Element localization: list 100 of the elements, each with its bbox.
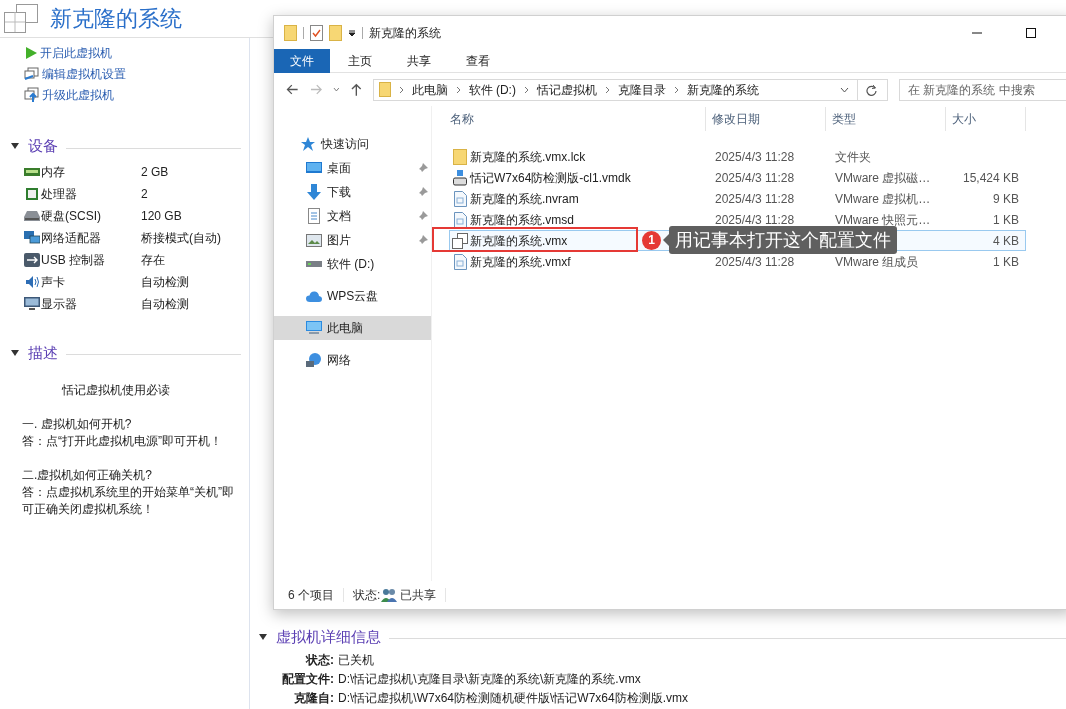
breadcrumb-item[interactable]: 新克隆的系统 xyxy=(686,80,759,99)
column-header[interactable]: 修改日期 xyxy=(706,107,826,131)
device-row[interactable]: 处理器 2 xyxy=(24,182,249,205)
device-name: 内存 xyxy=(41,163,66,181)
device-row[interactable]: 网络适配器 桥接模式(自动) xyxy=(24,226,249,249)
chevron-icon xyxy=(398,85,404,94)
play-icon xyxy=(24,46,38,60)
ribbon-tab[interactable]: 共享 xyxy=(389,49,448,73)
file-size: 15,424 KB xyxy=(962,169,1019,187)
breadcrumb-item[interactable]: 软件 (D:) xyxy=(468,80,516,99)
file-name: 新克隆的系统.vmsd xyxy=(470,212,574,227)
detail-value: D:\恬记虚拟机\克隆目录\新克隆的系统\新克隆的系统.vmx xyxy=(338,670,641,688)
maximize-icon[interactable] xyxy=(1026,27,1036,38)
nav-item[interactable]: 此电脑 xyxy=(274,316,431,340)
file-size: 1 KB xyxy=(993,253,1019,271)
device-name: 显示器 xyxy=(41,295,78,313)
back-icon[interactable] xyxy=(286,84,299,95)
refresh-icon[interactable] xyxy=(866,83,877,96)
nav-item[interactable]: 下载 xyxy=(274,180,431,204)
chip-icon xyxy=(25,186,39,201)
detail-value: D:\恬记虚拟机\W7x64防检测随机硬件版\恬记W7x64防检测版.vmx xyxy=(338,689,689,707)
file-name: 新克隆的系统.nvram xyxy=(470,191,579,206)
pin-icon[interactable] xyxy=(418,211,428,221)
file-type: VMware 虚拟磁… xyxy=(835,170,931,185)
nav-item[interactable]: 快速访问 xyxy=(274,132,431,156)
nav-item[interactable]: 网络 xyxy=(274,348,431,372)
description-text: 答：点“打开此虚拟机电源”即可开机！ xyxy=(22,433,223,450)
pin-icon[interactable] xyxy=(418,163,428,173)
action-link[interactable]: 编辑虚拟机设置 xyxy=(24,65,249,83)
description-text: 一. 虚拟机如何开机? xyxy=(22,416,133,433)
nav-item[interactable]: 软件 (D:) xyxy=(274,252,431,276)
column-header[interactable]: 类型 xyxy=(826,107,946,131)
nav-item[interactable]: 图片 xyxy=(274,228,431,252)
file-type: VMware 虚拟机… xyxy=(835,191,931,206)
device-name: USB 控制器 xyxy=(41,251,106,269)
column-header[interactable]: 名称 xyxy=(450,107,706,131)
ribbon-tab[interactable]: 文件 xyxy=(274,49,330,73)
file-icon xyxy=(453,190,467,207)
pin-icon[interactable] xyxy=(418,235,428,245)
folder-icon[interactable] xyxy=(284,24,297,41)
virtual-machine-icon xyxy=(4,3,38,34)
nav-item[interactable]: 桌面 xyxy=(274,156,431,180)
file-row[interactable]: 新克隆的系统.vmxf 2025/4/3 11:28 VMware 组成员 1 KB xyxy=(449,251,1026,272)
folder-icon[interactable] xyxy=(329,24,342,41)
ribbon-tab[interactable]: 主页 xyxy=(330,49,389,73)
breadcrumb-item[interactable]: 克隆目录 xyxy=(617,80,666,99)
nav-item[interactable]: WPS云盘 xyxy=(274,284,431,308)
file-date: 2025/4/3 11:28 xyxy=(715,254,795,269)
file-row[interactable]: 恬记W7x64防检测版-cl1.vmdk 2025/4/3 11:28 VMware 虚拟磁… 15,424 KB xyxy=(449,167,1026,188)
action-link[interactable]: 升级此虚拟机 xyxy=(24,86,249,104)
chevron-icon xyxy=(604,85,610,94)
collapse-icon[interactable] xyxy=(10,142,20,151)
hard-drive-icon xyxy=(24,209,40,222)
computer-icon xyxy=(306,321,322,335)
vm-title: 新克隆的系统 xyxy=(50,5,182,33)
file-icon xyxy=(453,211,467,228)
search-field[interactable]: 在 新克隆的系统 中搜索 xyxy=(899,78,1066,101)
memory-icon xyxy=(24,165,40,178)
document-icon xyxy=(308,208,320,224)
dropdown-icon[interactable] xyxy=(348,28,356,37)
collapse-icon[interactable] xyxy=(10,348,20,357)
breadcrumb-item[interactable]: 恬记虚拟机 xyxy=(536,80,597,99)
chevron-icon xyxy=(673,85,679,94)
nav-item[interactable]: 文档 xyxy=(274,204,431,228)
file-name: 新克隆的系统.vmx xyxy=(470,233,568,248)
file-type: 文件夹 xyxy=(835,149,871,164)
device-row[interactable]: 内存 2 GB xyxy=(24,160,249,183)
checklist-icon[interactable] xyxy=(310,24,323,41)
chevron-icon xyxy=(523,85,529,94)
device-row[interactable]: 显示器 自动检测 xyxy=(24,292,249,315)
pin-icon[interactable] xyxy=(418,187,428,197)
ribbon-tab[interactable]: 查看 xyxy=(448,49,507,73)
action-link[interactable]: 开启此虚拟机 xyxy=(24,44,249,62)
device-name: 声卡 xyxy=(41,273,66,291)
chevron-icon xyxy=(455,85,461,94)
breadcrumb-item[interactable]: 此电脑 xyxy=(411,80,448,99)
file-row[interactable]: 新克隆的系统.vmx.lck 2025/4/3 11:28 文件夹 xyxy=(449,146,1026,167)
picture-icon xyxy=(306,233,322,247)
detail-label: 克隆自: xyxy=(293,689,335,707)
section-title: 设备 xyxy=(28,136,58,156)
desktop-icon xyxy=(306,162,322,174)
device-value: 自动检测 xyxy=(141,295,189,313)
collapse-icon[interactable] xyxy=(258,632,268,641)
device-row[interactable]: 声卡 自动检测 xyxy=(24,270,249,293)
device-value: 桥接模式(自动) xyxy=(141,229,221,247)
recent-dropdown-icon[interactable] xyxy=(333,87,340,92)
device-row[interactable]: USB 控制器 存在 xyxy=(24,248,249,271)
file-name: 新克隆的系统.vmx.lck xyxy=(470,149,586,164)
network-icon xyxy=(24,230,40,245)
up-icon[interactable] xyxy=(350,83,362,96)
address-bar[interactable]: 此电脑 软件 (D:) 恬记虚拟机 克隆目录 新克隆的系统 xyxy=(372,78,888,101)
column-header[interactable]: 大小 xyxy=(946,107,1026,131)
section-title: 描述 xyxy=(28,342,58,363)
upgrade-icon xyxy=(24,87,40,103)
file-row[interactable]: 新克隆的系统.nvram 2025/4/3 11:28 VMware 虚拟机… 9 KB xyxy=(449,188,1026,209)
download-icon xyxy=(307,184,321,200)
device-row[interactable]: 硬盘(SCSI) 120 GB xyxy=(24,204,249,227)
file-type: VMware 组成员 xyxy=(835,254,919,269)
file-name: 恬记W7x64防检测版-cl1.vmdk xyxy=(470,170,631,185)
settings-icon xyxy=(24,67,40,81)
